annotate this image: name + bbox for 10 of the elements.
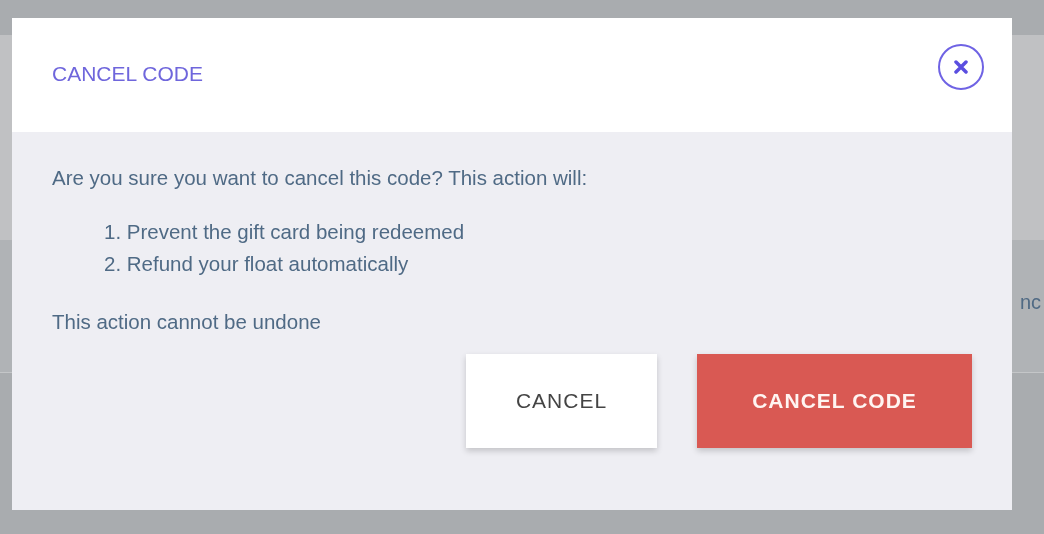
dialog-title: CANCEL CODE [52,62,203,86]
warning-text: This action cannot be undone [52,310,322,334]
confirm-button[interactable]: CANCEL CODE [697,354,972,448]
list-item: 1. Prevent the gift card being redeemed [104,219,466,245]
page-text: nc [1019,290,1041,314]
dialog-message: Are you sure you want to cancel this code? This action will: [52,166,589,190]
close-icon [954,60,968,74]
close-button[interactable] [938,44,984,90]
list-item: 2. Refund your float automatically [104,251,410,277]
cancel-button[interactable]: CANCEL [466,354,657,448]
